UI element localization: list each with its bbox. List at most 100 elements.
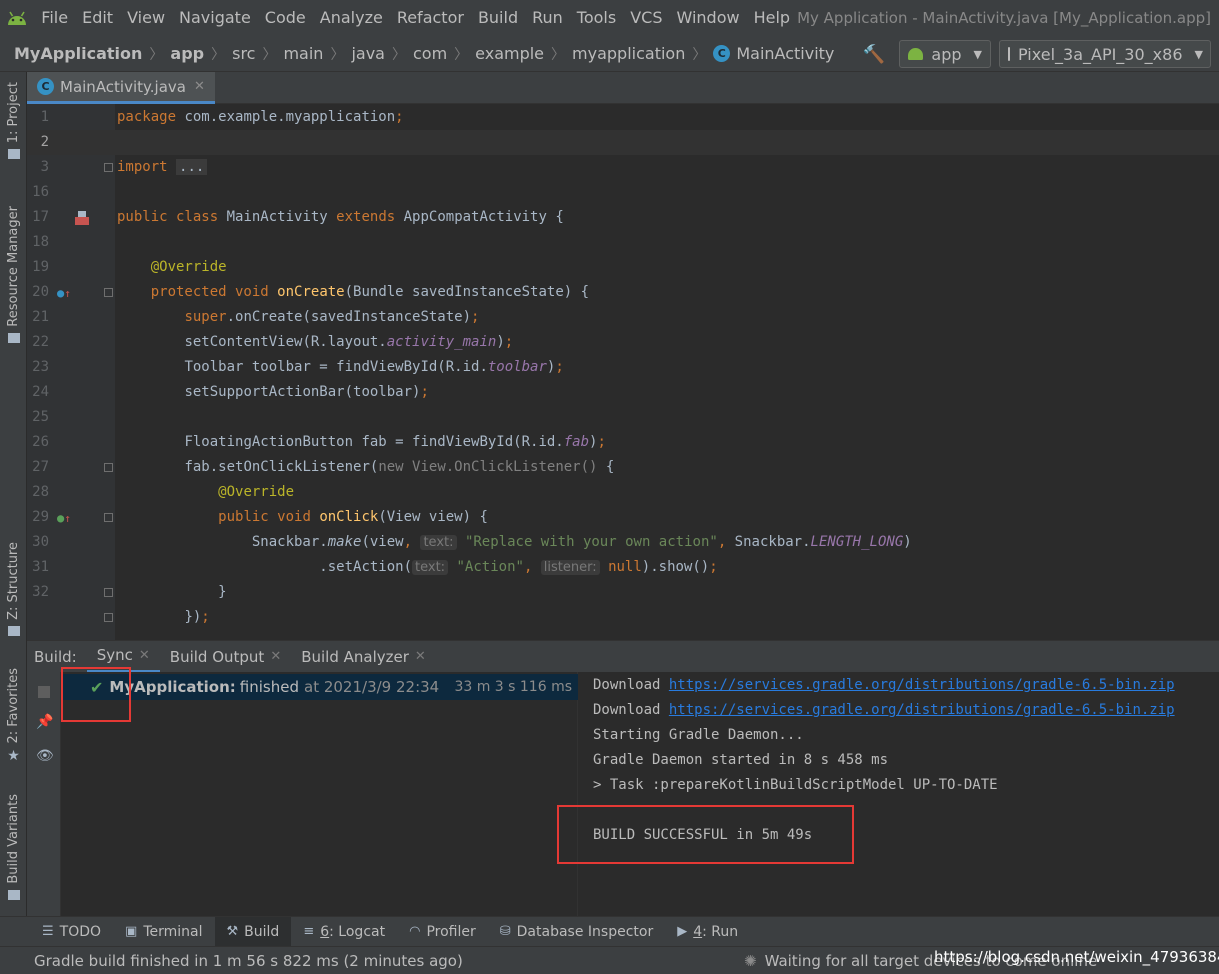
hammer-icon: ⚒: [226, 924, 239, 939]
fold-minus-icon[interactable]: [104, 513, 113, 522]
tab-database-inspector[interactable]: ⛁ Database Inspector: [488, 917, 665, 947]
build-panel-header: Build: Sync ✕ Build Output ✕ Build Analy…: [27, 640, 1219, 673]
line-number: 17: [32, 209, 49, 225]
device-selector[interactable]: Pixel_3a_API_30_x86 ▼: [999, 40, 1211, 68]
tree-timestamp: at 2021/3/9 22:34: [304, 678, 440, 696]
pin-icon[interactable]: 📌: [36, 714, 53, 730]
hammer-build-icon[interactable]: 🔨: [863, 44, 885, 65]
menu-tools[interactable]: Tools: [570, 0, 623, 36]
code-line: 16: [27, 180, 1219, 205]
folder-icon: [7, 149, 20, 160]
line-number: 20: [32, 284, 49, 300]
tab-todo[interactable]: ☰ TODO: [30, 917, 113, 947]
console-line: Download https://services.gradle.org/dis…: [593, 677, 1175, 693]
shapes-icon: [7, 332, 20, 343]
build-console[interactable]: Download https://services.gradle.org/dis…: [579, 672, 1219, 916]
star-icon: ★: [7, 747, 20, 764]
android-studio-logo-icon: [0, 0, 34, 36]
breadcrumb-main[interactable]: main: [283, 44, 323, 63]
menu-refactor[interactable]: Refactor: [390, 0, 471, 36]
tab-terminal[interactable]: ▣ Terminal: [113, 917, 214, 947]
line-number: 30: [32, 534, 49, 550]
breadcrumb-example[interactable]: example: [475, 44, 544, 63]
breadcrumb: MyApplication 〉 app 〉 src 〉 main 〉 java …: [0, 44, 834, 64]
dropdown-arrow-icon: ▼: [1194, 47, 1203, 61]
menu-help[interactable]: Help: [747, 0, 797, 36]
highlight-box-build-success: [557, 805, 854, 864]
gradle-download-link[interactable]: https://services.gradle.org/distribution…: [669, 702, 1175, 718]
line-number: 23: [32, 359, 49, 375]
tab-build[interactable]: ⚒ Build: [214, 916, 292, 947]
layout-file-gutter-icon[interactable]: [73, 209, 91, 230]
fold-end-icon[interactable]: [104, 588, 113, 597]
stop-icon[interactable]: [38, 686, 50, 698]
code-line: 19 @Override: [27, 255, 1219, 280]
fold-plus-icon[interactable]: [104, 163, 113, 172]
menu-vcs[interactable]: VCS: [623, 0, 669, 36]
fold-minus-icon[interactable]: [104, 463, 113, 472]
breadcrumb-project[interactable]: MyApplication: [14, 44, 142, 63]
code-text: import ...: [117, 155, 208, 180]
phone-icon: [1008, 47, 1010, 61]
menu-code[interactable]: Code: [258, 0, 313, 36]
line-number: 1: [40, 109, 49, 125]
line-number: 25: [32, 409, 49, 425]
menu-window[interactable]: Window: [670, 0, 747, 36]
breadcrumb-module[interactable]: app: [170, 44, 204, 63]
tab-logcat[interactable]: ≡ 6: Logcat: [291, 917, 397, 947]
folded-imports[interactable]: ...: [176, 159, 208, 175]
project-tool-tab[interactable]: 1: Project: [0, 82, 27, 160]
code-line: 31 .setAction(text: "Action", listener: …: [27, 555, 1219, 580]
tab-build-analyzer[interactable]: Build Analyzer ✕: [291, 648, 436, 666]
tab-build-output[interactable]: Build Output ✕: [160, 648, 291, 666]
breadcrumb-java[interactable]: java: [351, 44, 385, 63]
tree-row-sync-result[interactable]: ✔ MyApplication: finished at 2021/3/9 22…: [62, 674, 578, 700]
menu-edit[interactable]: Edit: [75, 0, 120, 36]
run-config-selector[interactable]: app ▼: [899, 40, 991, 68]
implement-up-arrow-icon[interactable]: ●↑: [57, 511, 71, 525]
breadcrumb-com[interactable]: com: [413, 44, 447, 63]
play-icon: ▶: [677, 924, 688, 939]
breadcrumb-src[interactable]: src: [232, 44, 255, 63]
menu-navigate[interactable]: Navigate: [172, 0, 258, 36]
eye-icon[interactable]: 👁: [36, 748, 54, 764]
tab-run[interactable]: ▶ 4: Run: [665, 917, 750, 947]
menu-file[interactable]: File: [34, 0, 75, 36]
code-editor[interactable]: 1 package com.example.myapplication; 2 3…: [27, 104, 1219, 640]
close-tab-icon[interactable]: ✕: [139, 648, 150, 663]
tab-profiler[interactable]: ◠ Profiler: [397, 917, 488, 947]
code-line: 1 package com.example.myapplication;: [27, 105, 1219, 130]
build-panel-label: Build:: [34, 647, 77, 666]
structure-tool-tab[interactable]: Z: Structure: [0, 542, 27, 636]
console-line: Starting Gradle Daemon...: [593, 727, 804, 743]
breadcrumb-mainactivity[interactable]: MainActivity: [736, 44, 834, 63]
code-line: });: [27, 605, 1219, 630]
watermark: https://blog.csdn.net/weixin_47936384: [934, 948, 1219, 966]
gradle-download-link[interactable]: https://services.gradle.org/distribution…: [669, 677, 1175, 693]
tab-mainactivity-java[interactable]: C MainActivity.java ✕: [27, 72, 215, 104]
fold-end-icon[interactable]: [104, 613, 113, 622]
close-tab-icon[interactable]: ✕: [415, 649, 426, 664]
database-icon: ⛁: [499, 924, 511, 939]
override-up-arrow-icon[interactable]: ●↑: [57, 286, 71, 300]
menu-analyze[interactable]: Analyze: [313, 0, 390, 36]
favorites-tool-tab[interactable]: 2: Favorites ★: [0, 668, 27, 764]
line-number: 18: [32, 234, 49, 250]
resource-manager-tool-tab[interactable]: Resource Manager: [0, 206, 27, 343]
tree-duration: 33 m 3 s 116 ms: [454, 679, 572, 695]
build-variants-tool-tab[interactable]: Build Variants: [0, 794, 27, 900]
code-text: super.onCreate(savedInstanceState);: [184, 309, 480, 325]
gauge-icon: ◠: [409, 924, 421, 939]
breadcrumb-myapplication[interactable]: myapplication: [572, 44, 685, 63]
code-line: 3 import ...: [27, 155, 1219, 180]
close-tab-icon[interactable]: ✕: [270, 649, 281, 664]
fold-minus-icon[interactable]: [104, 288, 113, 297]
status-message[interactable]: Gradle build finished in 1 m 56 s 822 ms…: [0, 952, 463, 970]
menu-build[interactable]: Build: [471, 0, 525, 36]
close-tab-icon[interactable]: ✕: [194, 79, 205, 94]
line-number: 22: [32, 334, 49, 350]
menu-run[interactable]: Run: [525, 0, 570, 36]
code-text: FloatingActionButton fab = findViewById(…: [184, 434, 606, 450]
bottom-tool-tabs: ☰ TODO ▣ Terminal ⚒ Build ≡ 6: Logcat ◠ Profi…: [0, 916, 1219, 947]
menu-view[interactable]: View: [120, 0, 172, 36]
